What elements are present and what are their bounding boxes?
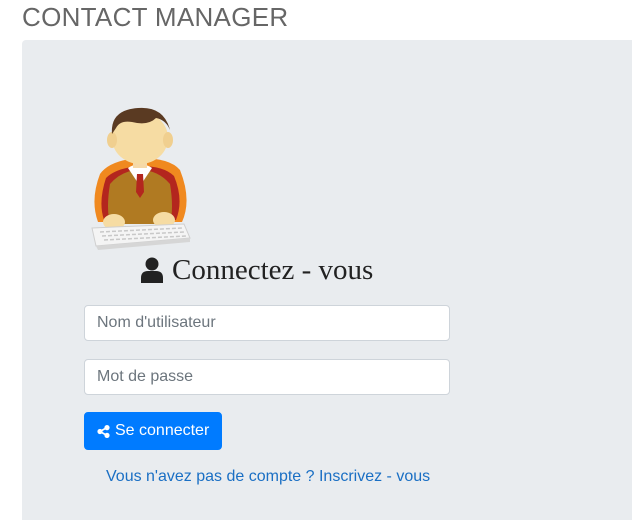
login-heading-text: Connectez - vous — [172, 253, 374, 286]
user-at-keyboard-illustration — [91, 107, 191, 250]
login-heading: Connectez - vous — [141, 252, 373, 288]
login-button[interactable]: Se connecter — [84, 412, 223, 450]
username-field[interactable] — [84, 305, 450, 341]
user-icon — [141, 257, 163, 283]
signup-link[interactable]: Vous n'avez pas de compte ? Inscrivez - … — [106, 468, 430, 486]
login-button-label: Se connecter — [115, 422, 210, 439]
app-title: CONTACT MANAGER — [22, 2, 289, 32]
password-field[interactable] — [84, 359, 450, 395]
share-icon — [97, 424, 110, 438]
